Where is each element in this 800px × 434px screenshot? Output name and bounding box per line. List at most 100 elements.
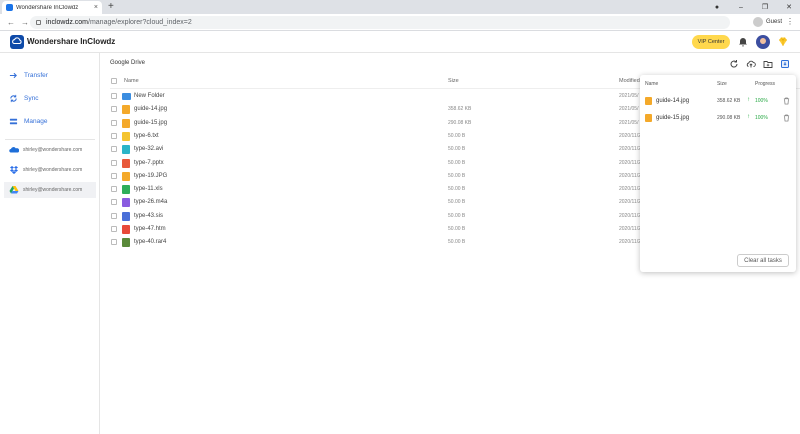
column-name[interactable]: Name <box>124 78 139 84</box>
file-name[interactable]: type-7.pptx <box>134 160 164 166</box>
task-progress: 100% <box>755 98 768 104</box>
row-checkbox[interactable] <box>111 199 117 206</box>
image-file-icon <box>122 171 130 181</box>
upload-arrow-icon: ↑ <box>747 114 750 120</box>
file-modified: 2021/05/ <box>619 93 639 99</box>
row-checkbox[interactable] <box>111 226 117 232</box>
tab-close-icon[interactable]: × <box>94 4 98 11</box>
file-modified: 2020/11/2 <box>619 239 641 246</box>
file-size: 50.00 B <box>448 172 466 179</box>
task-size: 290.08 KB <box>717 115 741 121</box>
text-file-icon <box>122 131 130 141</box>
sidebar-item-manage[interactable]: Manage <box>0 113 100 129</box>
file-size: 50.00 B <box>448 199 466 206</box>
file-modified: 2020/11/2 <box>619 199 641 206</box>
file-modified: 2020/11/2 <box>619 186 641 193</box>
other-file-icon <box>122 211 130 221</box>
file-name[interactable]: type-40.rar4 <box>134 239 166 245</box>
row-checkbox[interactable] <box>111 132 117 139</box>
bell-icon[interactable] <box>738 37 748 47</box>
url-domain: inclowdz.com <box>46 19 89 26</box>
row-checkbox[interactable] <box>111 172 117 179</box>
image-file-icon <box>122 105 130 115</box>
sidebar-item-sync[interactable]: Sync <box>0 90 100 106</box>
file-name[interactable]: type-11.xls <box>134 186 163 192</box>
task-size: 358.62 KB <box>717 98 741 104</box>
vip-center-button[interactable]: VIP Center <box>692 35 730 49</box>
file-size: 50.00 B <box>448 132 466 139</box>
panel-header-progress: Progress <box>755 81 776 87</box>
google-drive-icon <box>9 186 19 194</box>
row-checkbox[interactable] <box>111 146 117 153</box>
file-name[interactable]: type-43.sis <box>134 213 163 219</box>
account-item-onedrive[interactable]: shirley@wondershare.com <box>4 142 96 158</box>
profile-button[interactable]: Guest <box>752 17 782 27</box>
row-checkbox[interactable] <box>111 106 117 113</box>
task-progress: 100% <box>755 115 768 121</box>
sync-icon <box>10 94 17 102</box>
sidebar-item-label: Manage <box>24 117 48 125</box>
folder-file-icon <box>122 93 131 100</box>
file-size: 50.00 B <box>448 186 466 193</box>
dropbox-icon <box>10 166 18 174</box>
window-controls: ● – ❐ ✕ <box>710 0 796 14</box>
account-item-google-drive[interactable]: shirley@wondershare.com <box>4 182 96 198</box>
breadcrumb[interactable]: Google Drive <box>110 60 145 66</box>
trash-icon[interactable] <box>783 114 790 122</box>
premium-gem-icon[interactable] <box>777 36 789 48</box>
row-checkbox[interactable] <box>111 119 117 126</box>
tab-title: Wondershare InClowdz <box>16 4 79 11</box>
app-brand: Wondershare InClowdz <box>27 37 116 46</box>
file-name[interactable]: guide-15.jpg <box>134 120 167 126</box>
file-name[interactable]: type-26.m4a <box>134 199 167 205</box>
user-avatar[interactable] <box>756 35 770 49</box>
column-modified[interactable]: Modified <box>619 78 640 84</box>
inclowdz-logo-icon <box>10 35 24 49</box>
row-checkbox[interactable] <box>111 212 117 219</box>
file-size: 50.00 B <box>448 226 466 232</box>
record-icon[interactable]: ● <box>710 4 724 11</box>
app-header: Wondershare InClowdz VIP Center <box>0 31 800 53</box>
clear-all-tasks-button[interactable]: Clear all tasks <box>737 254 789 267</box>
web-file-icon <box>122 225 130 234</box>
trash-icon[interactable] <box>783 97 790 105</box>
new-folder-icon[interactable] <box>763 59 773 69</box>
forward-button[interactable]: → <box>20 18 30 27</box>
file-name[interactable]: type-47.htm <box>134 226 166 232</box>
browser-menu-icon[interactable]: ⋮ <box>786 17 794 26</box>
account-email: shirley@wondershare.com <box>23 167 83 173</box>
browser-tab[interactable]: Wondershare InClowdz × <box>2 1 102 14</box>
upload-icon[interactable] <box>746 59 756 69</box>
image-file-icon <box>645 97 652 105</box>
browser-tab-strip: Wondershare InClowdz × + ● – ❐ ✕ <box>0 0 800 14</box>
file-name[interactable]: type-6.txt <box>134 133 159 139</box>
file-modified: 2020/11/2 <box>619 212 641 219</box>
row-checkbox[interactable] <box>111 239 117 246</box>
file-modified: 2021/05/ <box>619 106 639 113</box>
select-all-checkbox[interactable] <box>111 78 117 84</box>
file-modified: 2021/05/ <box>619 119 639 126</box>
row-checkbox[interactable] <box>111 186 117 193</box>
file-name[interactable]: type-32.avi <box>134 146 163 152</box>
sidebar-item-transfer[interactable]: Transfer <box>0 67 100 83</box>
task-list-icon[interactable] <box>780 59 790 69</box>
maximize-button[interactable]: ❐ <box>758 3 772 11</box>
file-name[interactable]: type-19.JPG <box>134 173 167 179</box>
new-tab-button[interactable]: + <box>108 1 114 13</box>
file-name[interactable]: guide-14.jpg <box>134 106 167 112</box>
row-checkbox[interactable] <box>111 93 117 99</box>
url-path: /manage/explorer?cloud_index=2 <box>88 19 192 26</box>
file-modified: 2020/11/2 <box>619 146 641 153</box>
transfer-icon <box>9 72 17 78</box>
file-modified: 2020/11/2 <box>619 172 641 179</box>
row-checkbox[interactable] <box>111 159 117 166</box>
column-size[interactable]: Size <box>448 78 459 84</box>
account-item-dropbox[interactable]: shirley@wondershare.com <box>4 162 96 178</box>
file-name[interactable]: New Folder <box>134 93 165 99</box>
minimize-button[interactable]: – <box>734 4 748 11</box>
back-button[interactable]: ← <box>6 18 16 27</box>
refresh-icon[interactable] <box>729 59 739 69</box>
file-size: 50.00 B <box>448 212 466 219</box>
window-close-button[interactable]: ✕ <box>782 3 796 11</box>
address-bar[interactable]: inclowdz.com/manage/explorer?cloud_index… <box>30 16 730 29</box>
